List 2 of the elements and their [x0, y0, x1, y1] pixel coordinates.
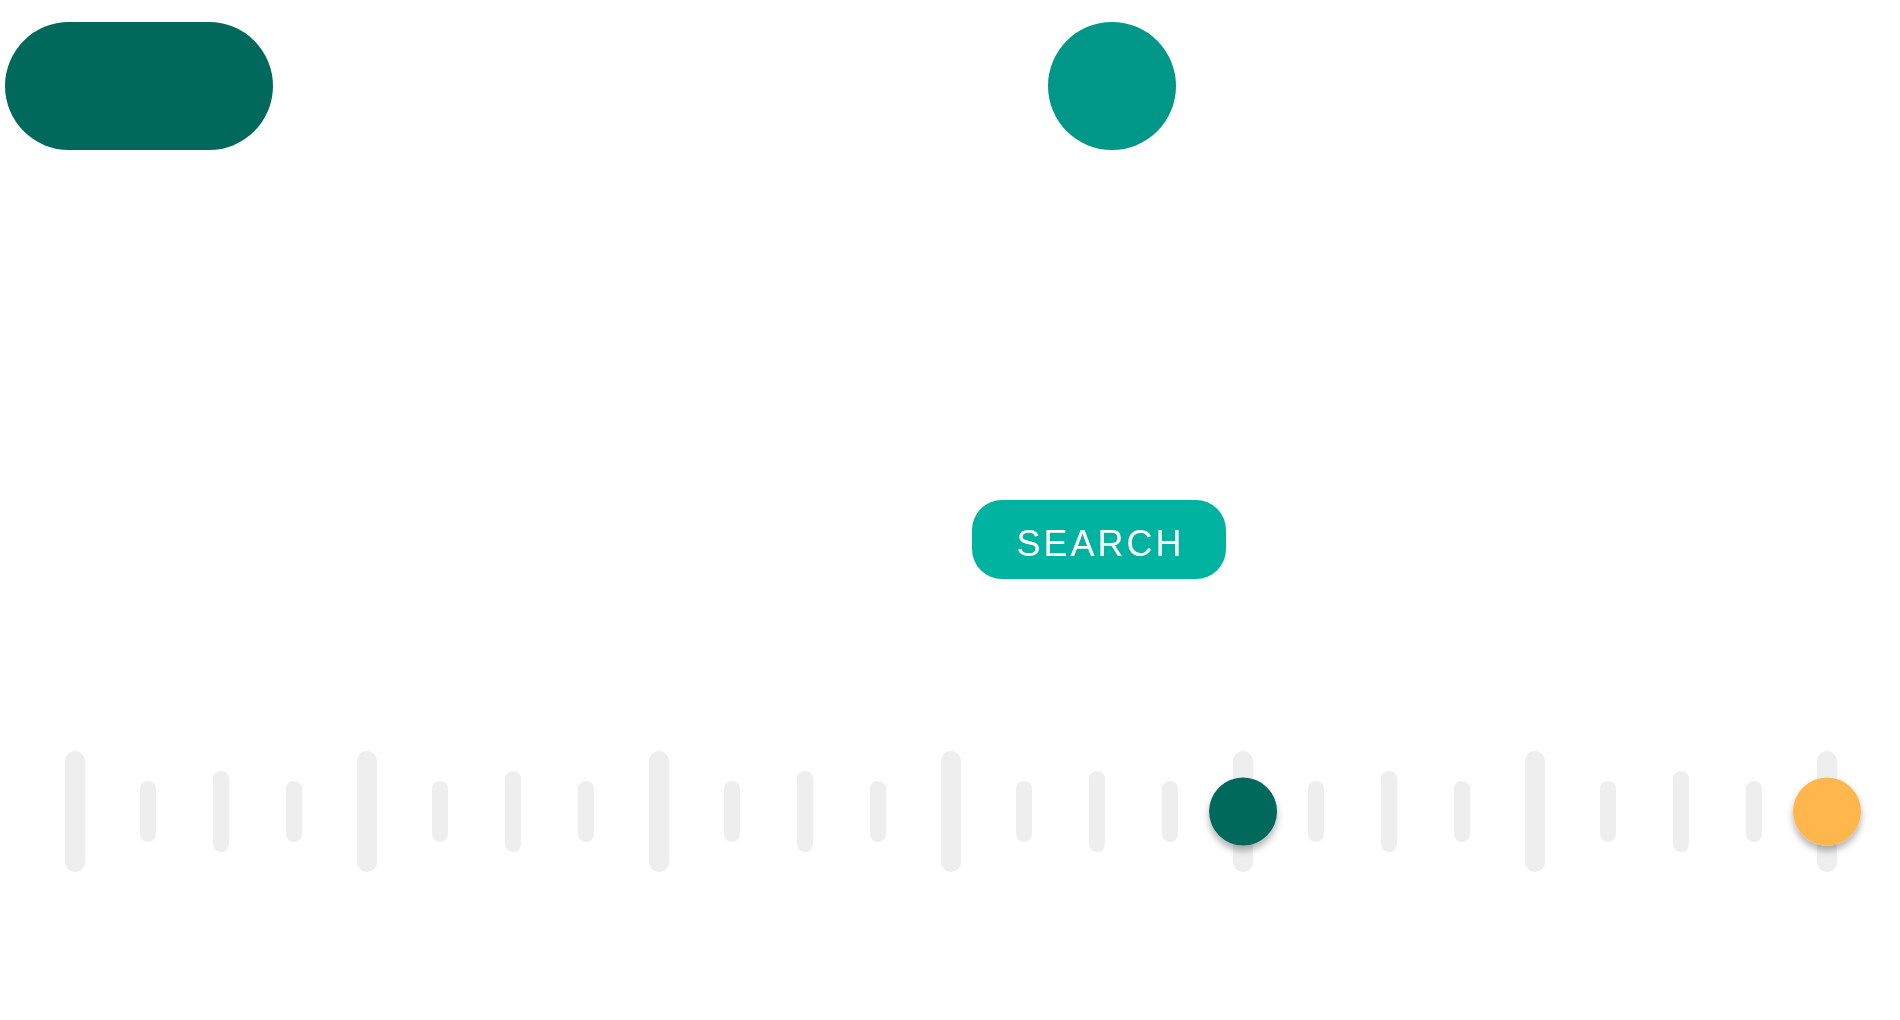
slider-thumb[interactable] — [1793, 777, 1861, 846]
search-button[interactable]: SEARCH — [972, 500, 1226, 579]
